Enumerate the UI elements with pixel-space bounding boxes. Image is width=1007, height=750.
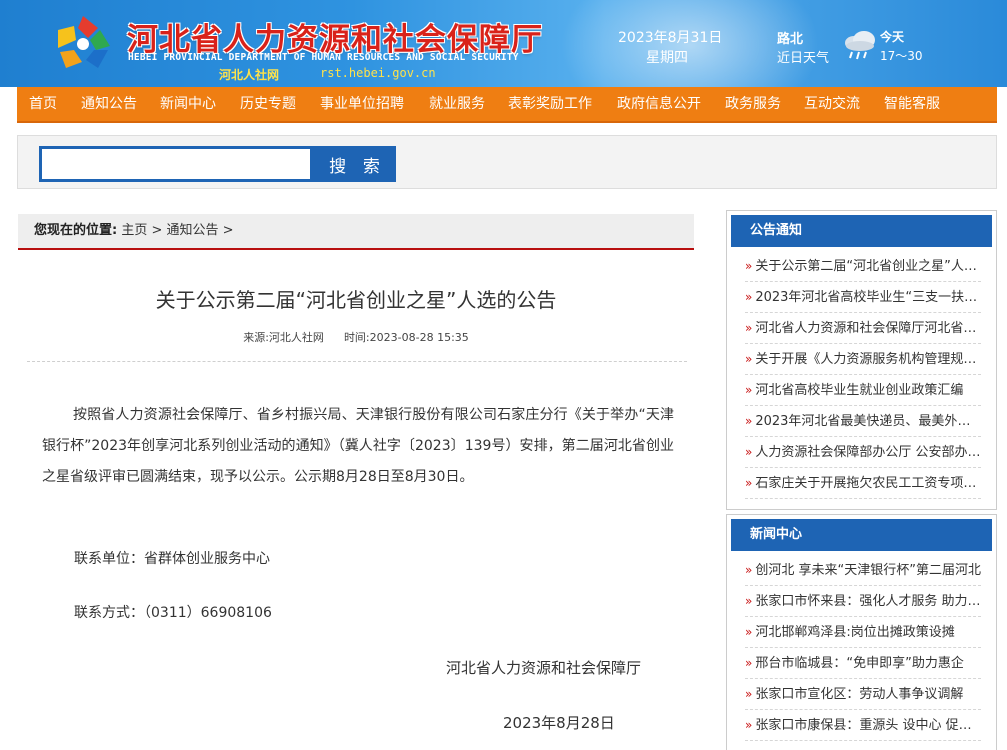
weather-description: 近日天气: [777, 51, 830, 66]
site-title-english: HEBEI PROVINCIAL DEPARTMENT OF HUMAN RES…: [128, 52, 519, 63]
nav-item-history[interactable]: 历史专题: [240, 87, 296, 121]
list-item-label: 河北省高校毕业生就业创业政策汇编: [755, 383, 964, 398]
list-item[interactable]: » 张家口市怀来县：强化人才服务 助力发展: [745, 586, 981, 617]
search-bar: 搜 索: [17, 135, 997, 189]
breadcrumb-separator: >: [147, 223, 167, 238]
list-item[interactable]: » 创河北 享未来“天津银行杯”第二届河北: [745, 555, 981, 586]
weather-city: 路北: [777, 32, 804, 47]
cloud-rain-icon: [845, 31, 875, 60]
sidebar-news-panel: 新闻中心 » 创河北 享未来“天津银行杯”第二届河北 » 张家口市怀来县：强化人才服…: [726, 514, 997, 750]
list-item-label: 河北省人力资源和社会保障厅河北省财政厅: [755, 321, 981, 336]
nav-item-notices[interactable]: 通知公告: [81, 87, 137, 121]
sidebar-notice-title[interactable]: 公告通知: [731, 215, 992, 247]
article-body: 按照省人力资源社会保障厅、省乡村振兴局、天津银行股份有限公司石家庄分行《关于举办…: [42, 407, 674, 485]
bullet-icon: »: [745, 656, 753, 670]
list-item[interactable]: » 石家庄关于开展拖欠农民工工资专项整治: [745, 468, 981, 499]
site-short-name: 河北人社网: [219, 68, 280, 82]
list-item[interactable]: » 邢台市临城县：“免申即享”助力惠企: [745, 648, 981, 679]
list-item[interactable]: » 河北省人力资源和社会保障厅河北省财政厅: [745, 313, 981, 344]
main-nav: 首页 通知公告 新闻中心 历史专题 事业单位招聘 就业服务 表彰奖励工作 政府信…: [17, 87, 997, 123]
nav-item-interaction[interactable]: 互动交流: [804, 87, 860, 121]
search-input[interactable]: [39, 146, 313, 182]
list-item[interactable]: » 关于开展《人力资源服务机构管理规定》: [745, 344, 981, 375]
bullet-icon: »: [745, 445, 753, 459]
list-item[interactable]: »关于公示第二届“河北省创业之星”人选的公告: [745, 251, 981, 282]
list-item-label: 创河北 享未来“天津银行杯”第二届河北: [755, 563, 981, 578]
bullet-icon: »: [745, 594, 753, 608]
list-item-label: 人力资源社会保障部办公厅 公安部办公厅: [755, 445, 981, 460]
contact-phone: 联系方式：（0311）66908106: [74, 605, 272, 621]
article-title: 关于公示第二届“河北省创业之星”人选的公告: [155, 288, 557, 312]
article-divider: [27, 361, 687, 362]
bullet-icon: »: [745, 625, 753, 639]
bullet-icon: »: [745, 321, 753, 335]
bullet-icon: »: [745, 687, 753, 701]
bullet-icon: »: [745, 476, 753, 490]
signature-organization: 河北省人力资源和社会保障厅: [446, 659, 642, 677]
list-item-label: 邢台市临城县：“免申即享”助力惠企: [755, 656, 964, 671]
signature-date: 2023年8月28日: [503, 714, 615, 732]
bullet-icon: »: [745, 259, 753, 273]
nav-item-home[interactable]: 首页: [29, 87, 57, 121]
list-item[interactable]: » 河北邯郸鸡泽县:岗位出摊政策设摊: [745, 617, 981, 648]
nav-item-news[interactable]: 新闻中心: [160, 87, 216, 121]
site-domain: rst.hebei.gov.cn: [320, 66, 436, 80]
bullet-icon: »: [745, 563, 753, 577]
bullet-icon: »: [745, 718, 753, 732]
list-item-label: 2023年河北省高校毕业生“三支一扶”计划: [755, 290, 981, 305]
nav-item-services[interactable]: 政务服务: [725, 87, 781, 121]
nav-item-smart-service[interactable]: 智能客服: [884, 87, 940, 121]
list-item-label: 张家口市宣化区：劳动人事争议调解: [755, 687, 964, 702]
bullet-icon: »: [745, 383, 753, 397]
list-item-label: 2023年河北省最美快递员、最美外卖骑手: [755, 414, 981, 429]
nav-item-gov-info[interactable]: 政府信息公开: [617, 87, 701, 121]
weather-temperature: 17～30: [880, 49, 923, 63]
nav-item-awards[interactable]: 表彰奖励工作: [508, 87, 592, 121]
list-item-label: 石家庄关于开展拖欠农民工工资专项整治: [755, 476, 981, 491]
bullet-icon: »: [745, 414, 753, 428]
list-item-label: 关于公示第二届“河北省创业之星”人选的公告: [755, 259, 981, 274]
list-item-label: 关于开展《人力资源服务机构管理规定》: [755, 352, 981, 367]
current-date: 2023年8月31日: [618, 30, 723, 46]
site-logo-icon[interactable]: [54, 14, 112, 72]
breadcrumb-home-link[interactable]: 主页: [121, 223, 147, 238]
breadcrumb-label: 您现在的位置:: [34, 223, 118, 238]
current-weekday: 星期四: [646, 50, 688, 66]
sidebar-news-list: » 创河北 享未来“天津银行杯”第二届河北 » 张家口市怀来县：强化人才服务 助力发…: [745, 555, 981, 741]
nav-item-recruitment[interactable]: 事业单位招聘: [320, 87, 404, 121]
list-item[interactable]: » 张家口市宣化区：劳动人事争议调解: [745, 679, 981, 710]
weather-today-label: 今天: [880, 30, 905, 44]
breadcrumb-separator: >: [218, 223, 234, 238]
sidebar-notice-list: »关于公示第二届“河北省创业之星”人选的公告 »2023年河北省高校毕业生“三支…: [745, 251, 981, 499]
bullet-icon: »: [745, 352, 753, 366]
list-item-label: 河北邯郸鸡泽县:岗位出摊政策设摊: [755, 625, 955, 640]
contact-unit: 联系单位：省群体创业服务中心: [74, 551, 270, 567]
list-item-label: 张家口市康保县：重源头 设中心 促调解: [755, 718, 981, 733]
list-item[interactable]: » 2023年河北省高校毕业生“三支一扶”计划: [745, 282, 981, 313]
list-item[interactable]: » 河北省高校毕业生就业创业政策汇编: [745, 375, 981, 406]
nav-item-employment[interactable]: 就业服务: [429, 87, 485, 121]
list-item[interactable]: » 张家口市康保县：重源头 设中心 促调解: [745, 710, 981, 741]
list-item-label: 张家口市怀来县：强化人才服务 助力发展: [755, 594, 981, 609]
list-item[interactable]: » 2023年河北省最美快递员、最美外卖骑手: [745, 406, 981, 437]
sidebar-news-title[interactable]: 新闻中心: [731, 519, 992, 551]
breadcrumb-section-link[interactable]: 通知公告: [167, 223, 219, 238]
list-item[interactable]: » 人力资源社会保障部办公厅 公安部办公厅: [745, 437, 981, 468]
article-time: 时间:2023-08-28 15:35: [343, 331, 469, 344]
bullet-icon: »: [745, 290, 753, 304]
article-source: 来源:河北人社网: [243, 331, 324, 344]
search-button[interactable]: 搜 索: [313, 146, 396, 182]
article-meta: 来源:河北人社网 时间:2023-08-28 15:35: [18, 329, 694, 345]
breadcrumb: 您现在的位置: 主页 > 通知公告 >: [18, 214, 694, 250]
sidebar-notice-panel: 公告通知 »关于公示第二届“河北省创业之星”人选的公告 »2023年河北省高校毕…: [726, 210, 997, 510]
site-header: 河北省人力资源和社会保障厅 HEBEI PROVINCIAL DEPARTMEN…: [0, 0, 1007, 87]
